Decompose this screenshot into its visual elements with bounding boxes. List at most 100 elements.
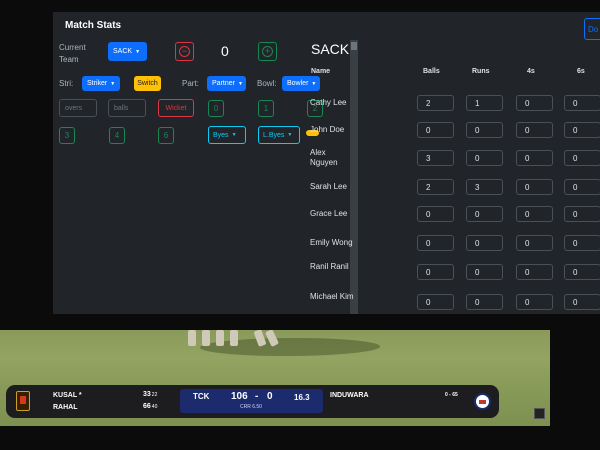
player-name: Michael Kim <box>310 292 354 301</box>
run-0-button[interactable]: 0 <box>208 100 224 117</box>
partner-select[interactable]: Partner ▼ <box>207 76 246 91</box>
stat-input[interactable]: 0 <box>466 264 503 280</box>
scroll-thumb[interactable] <box>351 42 357 50</box>
stat-input[interactable]: 0 <box>417 264 454 280</box>
team-overs: 16.3 <box>294 393 310 402</box>
stat-input[interactable]: 2 <box>417 95 454 111</box>
increment-button[interactable]: + <box>258 42 277 61</box>
stat-input[interactable]: 0 <box>564 206 600 222</box>
panel-title: Match Stats <box>65 20 122 31</box>
bowler-select-value: Bowler <box>287 80 309 87</box>
stats-team-title: SACK <box>311 41 350 57</box>
stat-input[interactable]: 0 <box>466 294 503 310</box>
stat-input[interactable]: 0 <box>564 179 600 195</box>
right-black-area <box>550 330 600 450</box>
stat-input[interactable]: 0 <box>466 122 503 138</box>
batter2-balls: 40 <box>151 404 158 410</box>
stat-input[interactable]: 0 <box>516 95 553 111</box>
done-button[interactable]: Do <box>584 18 600 40</box>
team-badge-logo <box>474 393 491 410</box>
balls-input[interactable]: balls <box>108 99 146 117</box>
stat-input[interactable]: 3 <box>466 179 503 195</box>
stat-input[interactable]: 0 <box>466 206 503 222</box>
stat-input[interactable]: 0 <box>417 235 454 251</box>
stat-input[interactable]: 0 <box>516 179 553 195</box>
team-name: TCK <box>193 392 210 401</box>
score-value: 0 <box>221 43 229 59</box>
player-name: Ranil Ranil <box>310 262 349 271</box>
current-team-label: Current Team <box>59 43 86 64</box>
stat-input[interactable]: 0 <box>516 264 553 280</box>
stat-input[interactable]: 0 <box>516 122 553 138</box>
scoreboard-bar: KUSAL * RAHAL 3322 6640 TCK 106 - 0 16.3… <box>6 385 499 418</box>
minus-icon: − <box>179 46 190 57</box>
caret-down-icon: ▼ <box>110 80 116 87</box>
decrement-button[interactable]: − <box>175 42 194 61</box>
stat-input[interactable]: 0 <box>516 235 553 251</box>
batter1-balls: 22 <box>151 392 158 398</box>
col-header-4s: 4s <box>527 68 535 75</box>
bowler-name: INDUWARA <box>330 392 369 399</box>
team-select[interactable]: SACK ▼ <box>108 42 147 61</box>
striker-label: Stri: <box>59 79 74 88</box>
bowler-figures: 0 - 65 <box>445 392 458 398</box>
bowler-label: Bowl: <box>257 79 277 88</box>
lbyes-select[interactable]: L.Byes ▼ <box>258 126 300 144</box>
batter1-score: 3322 <box>143 391 157 398</box>
col-header-runs: Runs <box>472 68 490 75</box>
bowler-select[interactable]: Bowler ▼ <box>282 76 320 91</box>
caret-down-icon: ▼ <box>287 132 293 138</box>
stat-input[interactable]: 0 <box>466 150 503 166</box>
run-3-button[interactable]: 3 <box>59 127 75 144</box>
col-header-balls: Balls <box>423 68 440 75</box>
player-name: Emily Wong <box>310 238 353 247</box>
stat-input[interactable]: 0 <box>564 122 600 138</box>
striker-select[interactable]: Striker ▼ <box>82 76 120 91</box>
stat-input[interactable]: 0 <box>564 150 600 166</box>
team-score-panel: TCK 106 - 0 16.3 CRR 6.50 <box>180 389 323 413</box>
caret-down-icon: ▼ <box>135 48 141 55</box>
plus-icon: + <box>262 46 273 57</box>
batter2-runs: 66 <box>143 403 151 410</box>
byes-select-value: Byes <box>213 131 229 139</box>
player-name: John Doe <box>310 125 345 134</box>
stat-input[interactable]: 0 <box>417 206 454 222</box>
caret-down-icon: ▼ <box>237 80 243 87</box>
run-4-button[interactable]: 4 <box>109 127 125 144</box>
wicket-button[interactable]: Wicket <box>158 99 194 117</box>
score-separator: - <box>255 391 259 402</box>
run-6-button[interactable]: 6 <box>158 127 174 144</box>
stat-input[interactable]: 0 <box>417 122 454 138</box>
batter2-name: RAHAL <box>53 404 78 411</box>
balls-placeholder: balls <box>114 104 129 112</box>
panel-divider-scrollbar[interactable] <box>350 40 358 314</box>
stat-input[interactable]: 0 <box>516 150 553 166</box>
run-1-button[interactable]: 1 <box>258 100 274 117</box>
stat-input[interactable]: 0 <box>516 206 553 222</box>
player-name: Cathy Lee <box>310 98 347 107</box>
byes-select[interactable]: Byes ▼ <box>208 126 246 144</box>
partner-select-value: Partner <box>212 80 235 87</box>
stat-input[interactable]: 0 <box>564 294 600 310</box>
player-legs <box>188 330 280 348</box>
stat-input[interactable]: 0 <box>564 95 600 111</box>
screen: Match Stats Do Current Team SACK ▼ − 0 + … <box>0 0 600 450</box>
striker-select-value: Striker <box>87 80 108 87</box>
batter1-name: KUSAL * <box>53 392 82 399</box>
partner-label: Part: <box>182 79 199 88</box>
stat-input[interactable]: 0 <box>564 264 600 280</box>
stat-input[interactable]: 0 <box>516 294 553 310</box>
expand-icon[interactable] <box>534 408 545 419</box>
team-runs: 106 <box>231 391 248 402</box>
overs-placeholder: overs <box>65 104 83 112</box>
stat-input[interactable]: 0 <box>564 235 600 251</box>
stat-input[interactable]: 0 <box>466 235 503 251</box>
stat-input[interactable]: 2 <box>417 179 454 195</box>
switch-button[interactable]: Switch <box>134 76 161 91</box>
stat-input[interactable]: 3 <box>417 150 454 166</box>
stat-input[interactable]: 1 <box>466 95 503 111</box>
stat-input[interactable]: 0 <box>417 294 454 310</box>
col-header-6s: 6s <box>577 68 585 75</box>
col-header-name: Name <box>311 68 331 75</box>
overs-input[interactable]: overs <box>59 99 97 117</box>
